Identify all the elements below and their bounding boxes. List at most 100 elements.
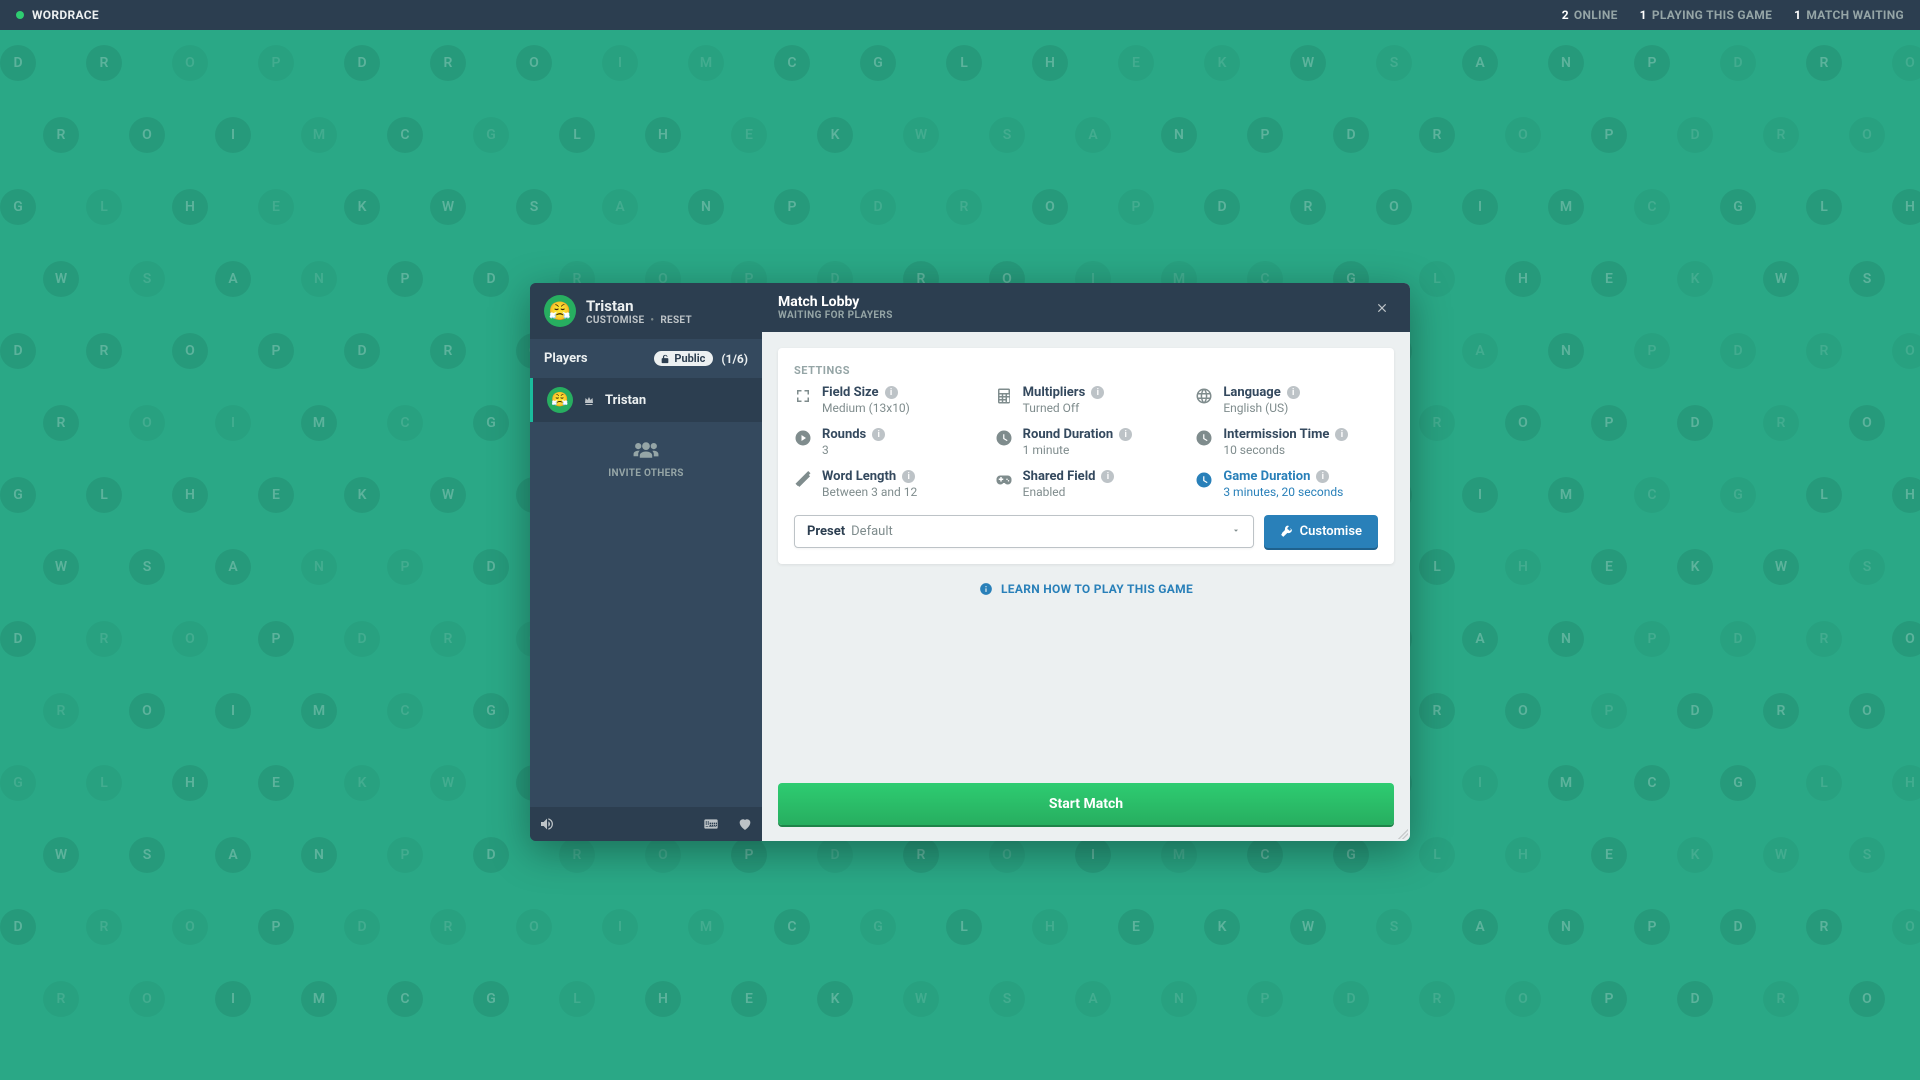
setting-value: English (US) bbox=[1223, 401, 1378, 415]
separator: • bbox=[650, 315, 654, 326]
info-icon[interactable]: i bbox=[1091, 386, 1104, 399]
clock-icon bbox=[995, 429, 1013, 447]
setting-multipliers: MultipliersiTurned Off bbox=[995, 385, 1178, 415]
setting-game_duration: Game Durationi3 minutes, 20 seconds bbox=[1195, 469, 1378, 499]
info-icon bbox=[979, 582, 993, 596]
setting-label: Shared Fieldi bbox=[1023, 469, 1178, 484]
sidebar-header: 😤 Tristan CUSTOMISE • RESET bbox=[530, 283, 762, 339]
host-name: Tristan bbox=[605, 393, 646, 408]
status-dot-icon bbox=[16, 11, 24, 19]
setting-label: Game Durationi bbox=[1223, 469, 1378, 484]
avatar: 😤 bbox=[547, 387, 573, 413]
stat-waiting: 1 MATCH WAITING bbox=[1794, 8, 1904, 22]
keyboard-icon bbox=[703, 816, 719, 832]
setting-value: Between 3 and 12 bbox=[822, 485, 977, 499]
ruler-icon bbox=[794, 471, 812, 489]
player-count: (1/6) bbox=[721, 352, 748, 366]
info-icon[interactable]: i bbox=[1101, 470, 1114, 483]
setting-value: 10 seconds bbox=[1223, 443, 1378, 457]
setting-value: 3 minutes, 20 seconds bbox=[1223, 485, 1378, 499]
match-lobby-modal: 😤 Tristan CUSTOMISE • RESET Players Publ… bbox=[530, 283, 1410, 841]
invite-others[interactable]: INVITE OTHERS bbox=[530, 422, 762, 497]
calculator-icon bbox=[995, 387, 1013, 405]
info-icon[interactable]: i bbox=[1287, 386, 1300, 399]
reset-link[interactable]: RESET bbox=[660, 315, 692, 326]
invite-label: INVITE OTHERS bbox=[544, 468, 748, 479]
setting-label: Field Sizei bbox=[822, 385, 977, 400]
avatar-face-icon: 😤 bbox=[549, 301, 571, 322]
setting-label: Word Lengthi bbox=[822, 469, 977, 484]
info-icon[interactable]: i bbox=[1119, 428, 1132, 441]
public-badge[interactable]: Public bbox=[654, 351, 713, 366]
learn-how-to-play-link[interactable]: LEARN HOW TO PLAY THIS GAME bbox=[762, 564, 1410, 614]
setting-rounds: Roundsi3 bbox=[794, 427, 977, 457]
unlock-icon bbox=[660, 354, 670, 364]
play-icon bbox=[794, 429, 812, 447]
close-button[interactable] bbox=[1370, 296, 1394, 320]
settings-heading: SETTINGS bbox=[794, 364, 1378, 377]
clock-icon bbox=[1195, 429, 1213, 447]
setting-field_size: Field SizeiMedium (13x10) bbox=[794, 385, 977, 415]
globe-icon bbox=[1195, 387, 1213, 405]
setting-label: Multipliersi bbox=[1023, 385, 1178, 400]
lobby-subtitle: WAITING FOR PLAYERS bbox=[778, 310, 893, 321]
info-icon[interactable]: i bbox=[1335, 428, 1348, 441]
lobby-title: Match Lobby bbox=[778, 294, 893, 310]
topbar: WORDRACE 2 ONLINE 1 PLAYING THIS GAME 1 … bbox=[0, 0, 1920, 30]
players-bar: Players Public (1/6) bbox=[530, 339, 762, 378]
setting-language: LanguageiEnglish (US) bbox=[1195, 385, 1378, 415]
expand-icon bbox=[794, 387, 812, 405]
info-icon[interactable]: i bbox=[885, 386, 898, 399]
stat-playing: 1 PLAYING THIS GAME bbox=[1640, 8, 1772, 22]
preset-select[interactable]: Preset Default bbox=[794, 515, 1254, 548]
preset-label: Preset bbox=[807, 524, 845, 539]
players-heading: Players bbox=[544, 351, 588, 366]
setting-shared_field: Shared FieldiEnabled bbox=[995, 469, 1178, 499]
lobby-main: Match Lobby WAITING FOR PLAYERS SETTINGS… bbox=[762, 283, 1410, 841]
chevron-down-icon bbox=[1231, 524, 1241, 539]
settings-grid: Field SizeiMedium (13x10) MultipliersiTur… bbox=[794, 385, 1378, 499]
start-match-button[interactable]: Start Match bbox=[778, 783, 1394, 825]
player-name: Tristan bbox=[586, 297, 692, 315]
customise-link[interactable]: CUSTOMISE bbox=[586, 315, 644, 326]
crown-icon bbox=[583, 394, 595, 406]
lobby-header: Match Lobby WAITING FOR PLAYERS bbox=[762, 283, 1410, 332]
close-icon bbox=[1375, 301, 1389, 315]
preset-value: Default bbox=[851, 524, 893, 539]
favourite-button[interactable] bbox=[728, 807, 762, 841]
info-icon[interactable]: i bbox=[872, 428, 885, 441]
brand[interactable]: WORDRACE bbox=[16, 8, 99, 22]
avatar[interactable]: 😤 bbox=[544, 295, 576, 327]
info-icon[interactable]: i bbox=[1316, 470, 1329, 483]
setting-value: 3 bbox=[822, 443, 977, 457]
gamepad-icon bbox=[995, 471, 1013, 489]
lobby-sidebar: 😤 Tristan CUSTOMISE • RESET Players Publ… bbox=[530, 283, 762, 841]
customise-label: Customise bbox=[1300, 524, 1362, 539]
customise-button[interactable]: Customise bbox=[1264, 515, 1378, 548]
heart-icon bbox=[737, 816, 753, 832]
brand-label: WORDRACE bbox=[32, 8, 99, 22]
setting-word_length: Word LengthiBetween 3 and 12 bbox=[794, 469, 977, 499]
settings-card: SETTINGS Field SizeiMedium (13x10) Multip… bbox=[778, 348, 1394, 564]
setting-value: 1 minute bbox=[1023, 443, 1178, 457]
setting-round_duration: Round Durationi1 minute bbox=[995, 427, 1178, 457]
stat-online: 2 ONLINE bbox=[1562, 8, 1618, 22]
keyboard-button[interactable] bbox=[694, 807, 728, 841]
setting-value: Medium (13x10) bbox=[822, 401, 977, 415]
setting-label: Languagei bbox=[1223, 385, 1378, 400]
setting-value: Enabled bbox=[1023, 485, 1178, 499]
sidebar-footer bbox=[530, 807, 762, 841]
avatar-face-icon: 😤 bbox=[551, 392, 568, 408]
setting-label: Intermission Timei bbox=[1223, 427, 1378, 442]
wrench-icon bbox=[1280, 525, 1293, 538]
clock-icon bbox=[1195, 471, 1213, 489]
setting-label: Roundsi bbox=[822, 427, 977, 442]
volume-icon bbox=[539, 816, 555, 832]
player-row-host[interactable]: 😤 Tristan bbox=[530, 378, 762, 422]
people-icon bbox=[632, 440, 660, 460]
setting-label: Round Durationi bbox=[1023, 427, 1178, 442]
sound-button[interactable] bbox=[530, 807, 564, 841]
info-icon[interactable]: i bbox=[902, 470, 915, 483]
setting-value: Turned Off bbox=[1023, 401, 1178, 415]
setting-intermission: Intermission Timei10 seconds bbox=[1195, 427, 1378, 457]
